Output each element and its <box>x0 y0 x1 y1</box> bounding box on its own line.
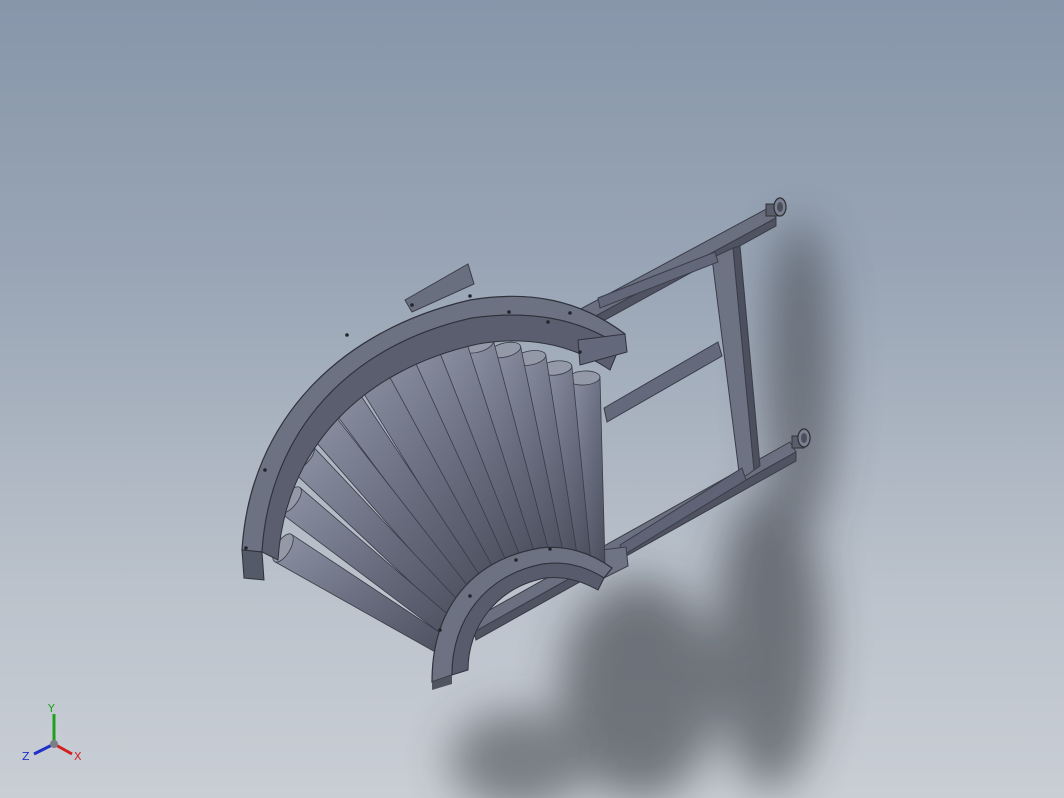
z-axis-label: Z <box>22 750 30 763</box>
leveling-foot-upper[interactable] <box>765 197 787 217</box>
cross-brace-lower[interactable] <box>619 467 747 557</box>
cross-brace-middle[interactable] <box>603 341 723 423</box>
view-orientation-triad[interactable]: Y X Z <box>18 700 90 772</box>
conveyor-model[interactable] <box>0 0 1064 798</box>
x-axis-label: X <box>74 750 82 763</box>
cross-brace-upper[interactable] <box>597 251 719 309</box>
graphics-viewport[interactable]: Y X Z <box>0 0 1064 798</box>
triad-origin <box>50 740 58 748</box>
y-axis-label: Y <box>47 702 55 715</box>
